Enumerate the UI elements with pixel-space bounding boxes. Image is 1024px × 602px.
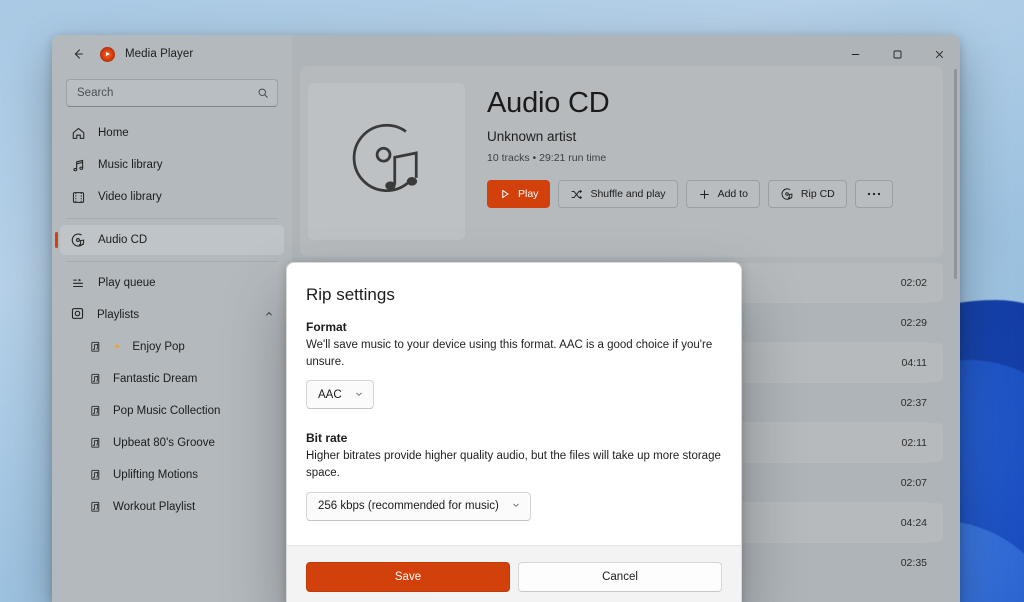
window-body: Media Player Search Home Music library V…	[52, 35, 960, 602]
modal-overlay: Rip settings Format We'll save music to …	[52, 35, 960, 602]
dialog-title: Rip settings	[306, 285, 395, 304]
save-button[interactable]: Save	[306, 561, 510, 592]
bitrate-dropdown[interactable]: 256 kbps (recommended for music)	[306, 491, 531, 521]
dialog-footer: Save Cancel	[287, 544, 741, 602]
chevron-down-icon	[511, 500, 521, 512]
format-description: We'll save music to your device using th…	[306, 339, 713, 368]
media-player-window: Media Player Search Home Music library V…	[52, 35, 960, 602]
bitrate-label: Bit rate	[306, 431, 348, 446]
format-dropdown-value: AAC	[318, 388, 342, 401]
chevron-down-icon	[354, 389, 364, 401]
bitrate-dropdown-value: 256 kbps (recommended for music)	[318, 500, 499, 513]
bitrate-description: Higher bitrates provide higher quality a…	[306, 450, 721, 480]
cancel-button[interactable]: Cancel	[518, 561, 722, 592]
field-spacer	[306, 409, 722, 431]
format-dropdown[interactable]: AAC	[306, 380, 374, 410]
desktop: Media Player Search Home Music library V…	[0, 0, 1024, 602]
dialog-body: Rip settings Format We'll save music to …	[287, 263, 741, 545]
rip-settings-dialog: Rip settings Format We'll save music to …	[286, 262, 742, 602]
format-label: Format	[306, 320, 347, 334]
